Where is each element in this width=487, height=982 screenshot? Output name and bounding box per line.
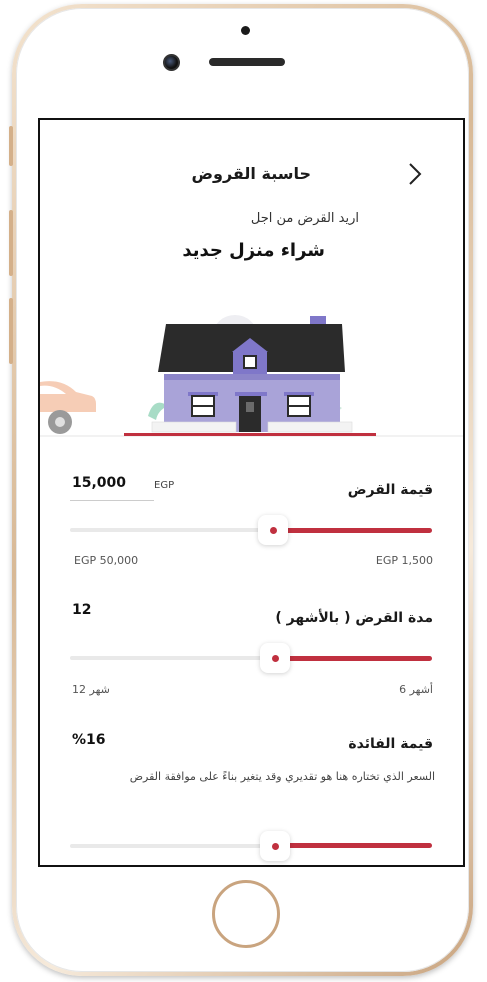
- loan-amount-value[interactable]: 15,000: [72, 475, 126, 491]
- home-button[interactable]: [212, 880, 280, 948]
- page-title: حاسبة القروض: [191, 164, 311, 183]
- loan-term-slider-thumb[interactable]: [260, 643, 290, 673]
- interest-slider-thumb[interactable]: [260, 831, 290, 861]
- purpose-label: اريد القرض من اجل: [250, 211, 359, 226]
- loan-amount-slider-fill: [272, 528, 432, 533]
- interest-slider-fill: [276, 843, 432, 848]
- phone-side-button: [9, 210, 13, 276]
- interest-note: السعر الذي تختاره هنا هو تقديري وقد يتغي…: [129, 770, 435, 783]
- phone-side-button: [9, 298, 13, 364]
- back-button[interactable]: [402, 160, 430, 188]
- loan-amount-max-label: EGP 50,000: [74, 554, 139, 567]
- chevron-right-icon: [409, 163, 422, 185]
- interest-value[interactable]: %16: [72, 732, 106, 748]
- loan-term-title: مدة القرض ( بالأشهر ): [275, 610, 433, 626]
- loan-term-value[interactable]: 12: [72, 602, 91, 618]
- loan-amount-input-underline: [70, 500, 154, 501]
- app-screen: حاسبة القروض اريد القرض من اجل شراء منزل…: [38, 118, 465, 867]
- earpiece-speaker: [209, 58, 285, 66]
- loan-amount-min-label: EGP 1,500: [375, 554, 433, 567]
- loan-term-max-label: 12 شهر: [72, 683, 110, 696]
- front-camera: [163, 54, 180, 71]
- purpose-value: شراء منزل جديد: [182, 240, 325, 261]
- sensor-dot: [241, 26, 250, 35]
- loan-amount-slider-thumb[interactable]: [258, 515, 288, 545]
- loan-amount-title: قيمة القرض: [347, 482, 433, 498]
- phone-side-button: [9, 126, 13, 166]
- house-illustration: [40, 315, 463, 437]
- loan-amount-currency: EGP: [154, 480, 175, 491]
- interest-title: قيمة الفائدة: [348, 736, 433, 752]
- loan-term-min-label: 6 أشهر: [399, 683, 433, 696]
- loan-term-slider-fill: [276, 656, 432, 661]
